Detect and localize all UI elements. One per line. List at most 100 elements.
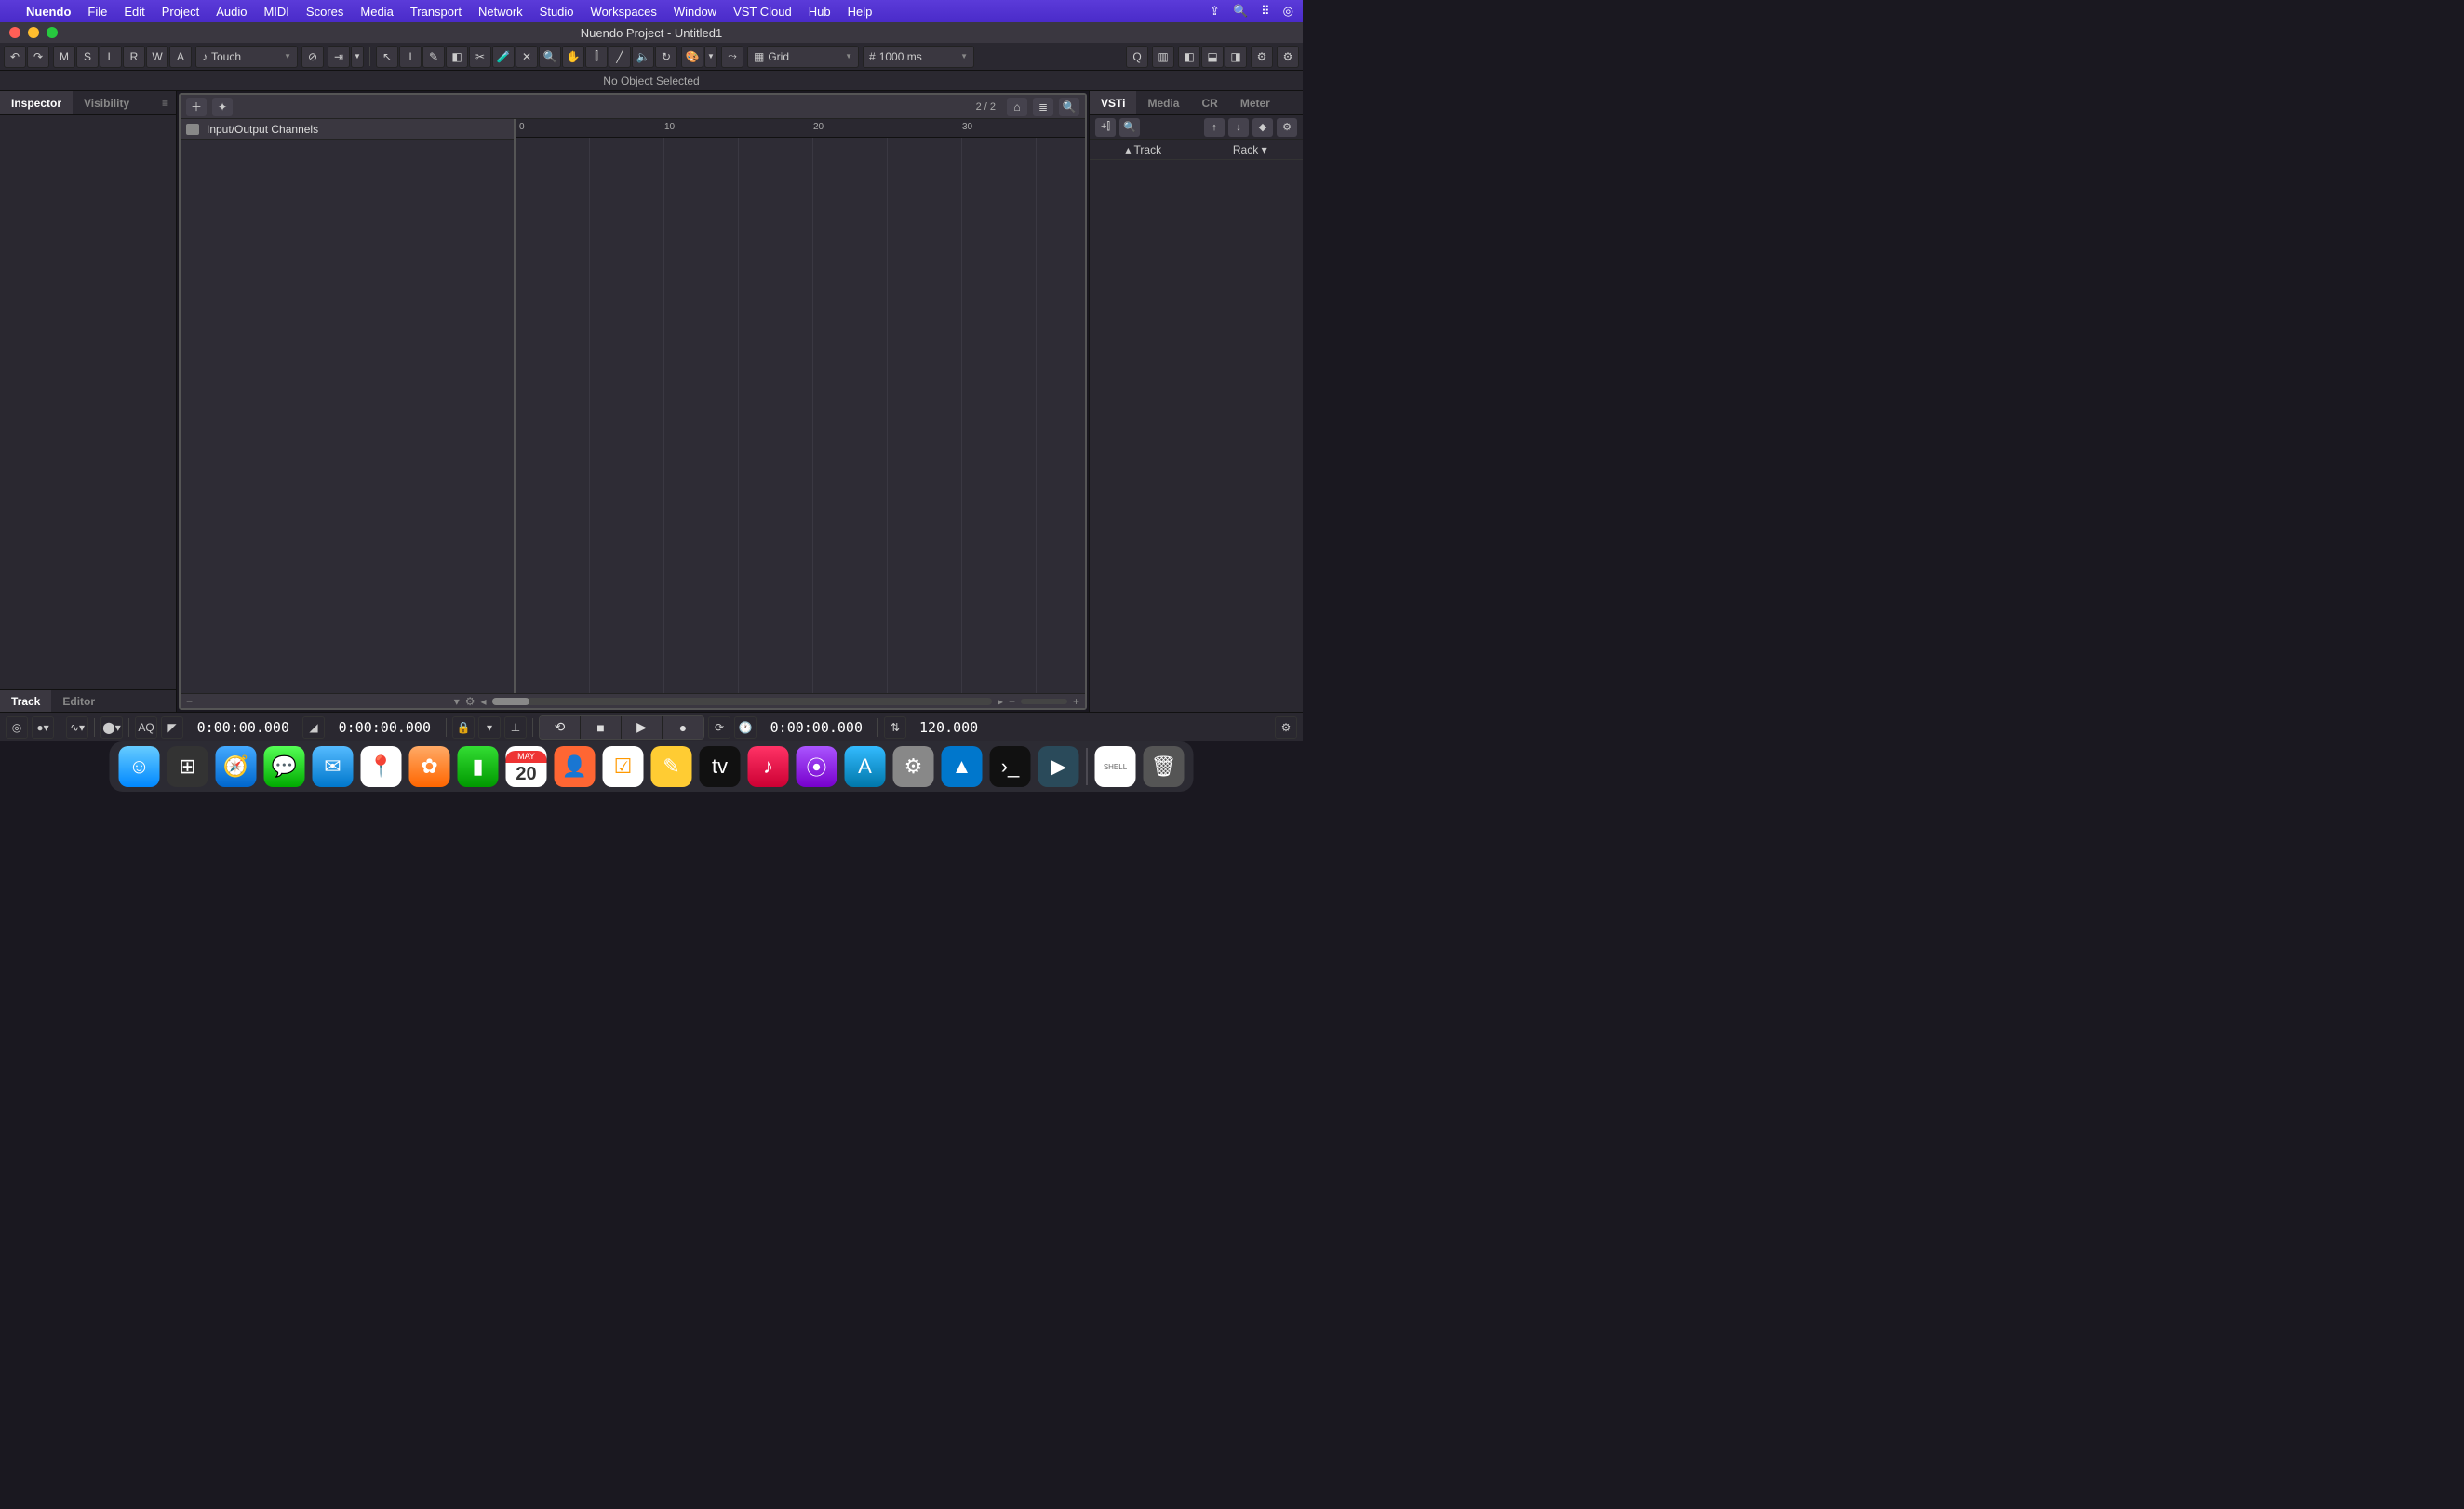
menu-scores[interactable]: Scores <box>306 5 343 19</box>
snap-toggle-button[interactable]: ⤳ <box>721 46 743 68</box>
punch-menu-button[interactable]: ▾ <box>478 716 501 739</box>
menu-vstcloud[interactable]: VST Cloud <box>733 5 792 19</box>
auto-quantize-button[interactable]: AQ <box>135 716 157 739</box>
track-controls-gear[interactable]: ⚙ <box>465 695 475 708</box>
auto-scroll-menu[interactable]: ▼ <box>351 46 364 68</box>
facetime-icon[interactable]: ▮ <box>458 746 499 787</box>
menu-hub[interactable]: Hub <box>809 5 831 19</box>
menu-help[interactable]: Help <box>848 5 873 19</box>
punch-out-button[interactable]: ◢ <box>302 716 325 739</box>
zoom-tool[interactable]: 🔍 <box>539 46 561 68</box>
lock-punch-button[interactable]: 🔒 <box>452 716 475 739</box>
go-to-marker-button[interactable]: ⊥ <box>504 716 527 739</box>
rack-sort-rack[interactable]: Rack ▾ <box>1233 143 1267 156</box>
settings-icon[interactable]: ⚙ <box>893 746 934 787</box>
menu-network[interactable]: Network <box>478 5 523 19</box>
menu-project[interactable]: Project <box>162 5 199 19</box>
color-menu-button[interactable]: 🎨 <box>681 46 703 68</box>
find-tracks-button[interactable]: 🔍 <box>1059 98 1079 116</box>
track-list-menu[interactable]: ≣ <box>1033 98 1053 116</box>
play-tool[interactable]: 🔈 <box>632 46 654 68</box>
track-list[interactable]: Input/Output Channels <box>181 119 516 693</box>
write-button[interactable]: W <box>146 46 168 68</box>
add-track-button[interactable]: ＋ <box>186 98 207 116</box>
music-icon[interactable]: ♪ <box>748 746 789 787</box>
timewarp-tool[interactable]: ⫿ <box>585 46 608 68</box>
expand-all-button[interactable]: ⌂ <box>1007 98 1027 116</box>
tempo-track-button[interactable]: ⇅ <box>884 716 906 739</box>
record-button[interactable]: ● <box>663 716 703 739</box>
undo-button[interactable]: ↶ <box>4 46 26 68</box>
layout-left-button[interactable]: ◧ <box>1178 46 1200 68</box>
next-preset-button[interactable]: ↓ <box>1228 118 1249 137</box>
scroll-left-button[interactable]: ◂ <box>481 695 487 708</box>
solo-button[interactable]: S <box>76 46 99 68</box>
zone-left-button[interactable]: ▥ <box>1152 46 1174 68</box>
tab-track[interactable]: Track <box>0 690 51 712</box>
close-window-button[interactable] <box>9 27 20 38</box>
rack-sort-track[interactable]: ▴ Track <box>1125 143 1161 156</box>
rewind-button[interactable]: ⟲ <box>540 716 581 739</box>
color-tool[interactable]: ↻ <box>655 46 677 68</box>
terminal-icon[interactable]: ›_ <box>990 746 1031 787</box>
appstore-icon[interactable]: A <box>845 746 886 787</box>
quantize-button[interactable]: Q <box>1126 46 1148 68</box>
grid-value-dropdown[interactable]: # 1000 ms ▼ <box>863 46 974 68</box>
punch-in-button[interactable]: ◤ <box>161 716 183 739</box>
transport-setup-button[interactable]: ⚙ <box>1275 716 1297 739</box>
draw-tool[interactable]: ✎ <box>422 46 445 68</box>
mail-icon[interactable]: ✉ <box>313 746 354 787</box>
redo-button[interactable]: ↷ <box>27 46 49 68</box>
tab-meter[interactable]: Meter <box>1229 91 1281 114</box>
tab-cr[interactable]: CR <box>1190 91 1228 114</box>
zoom-out-v-button[interactable]: − <box>186 695 193 708</box>
maps-icon[interactable]: 📍 <box>361 746 402 787</box>
zoom-in-h-button[interactable]: + <box>1073 695 1079 708</box>
track-controls-menu[interactable]: ▾ <box>454 695 460 708</box>
comp-tool[interactable]: ✋ <box>562 46 584 68</box>
calendar-icon[interactable]: MAY 20 <box>506 746 547 787</box>
glue-tool[interactable]: 🧪 <box>492 46 515 68</box>
layout-right-button[interactable]: ◨ <box>1225 46 1247 68</box>
add-instrument-button[interactable]: +⫿ <box>1095 118 1116 137</box>
tv-icon[interactable]: tv <box>700 746 741 787</box>
play-button[interactable]: ▶ <box>622 716 663 739</box>
layout-bottom-button[interactable]: ⬓ <box>1201 46 1224 68</box>
audio-record-mode[interactable]: ∿▾ <box>66 716 88 739</box>
listen-button[interactable]: L <box>100 46 122 68</box>
suspend-automation-button[interactable]: ⊘ <box>301 46 324 68</box>
podcasts-icon[interactable]: ⦿ <box>797 746 837 787</box>
automation-button[interactable]: A <box>169 46 192 68</box>
siri-icon[interactable]: ◎ <box>1283 4 1293 19</box>
right-locator-time[interactable]: 0:00:00.000 <box>328 719 440 736</box>
minimize-window-button[interactable] <box>28 27 39 38</box>
constrain-delay-button[interactable]: ◎ <box>6 716 28 739</box>
nuendo-dock-icon[interactable]: ▶ <box>1038 746 1079 787</box>
record-mode-button[interactable]: ●▾ <box>32 716 54 739</box>
photos-icon[interactable]: ✿ <box>409 746 450 787</box>
event-display[interactable] <box>516 138 1085 693</box>
line-tool[interactable]: ╱ <box>609 46 631 68</box>
automation-mode-dropdown[interactable]: ♪ Touch ▼ <box>195 46 298 68</box>
menu-workspaces[interactable]: Workspaces <box>591 5 657 19</box>
app-icon[interactable]: ▲ <box>942 746 983 787</box>
auto-scroll-button[interactable]: ⇥ <box>328 46 350 68</box>
tab-inspector[interactable]: Inspector <box>0 91 73 114</box>
scroll-right-button[interactable]: ▸ <box>998 695 1003 708</box>
menu-file[interactable]: File <box>87 5 107 19</box>
menu-media[interactable]: Media <box>360 5 393 19</box>
menubar-upload-icon[interactable]: ⇪ <box>1210 4 1220 19</box>
track-preset-button[interactable]: ✦ <box>212 98 233 116</box>
left-tabs-menu[interactable]: ≡ <box>154 97 176 110</box>
messages-icon[interactable]: 💬 <box>264 746 305 787</box>
snap-type-dropdown[interactable]: ▦ Grid ▼ <box>747 46 859 68</box>
time-format-button[interactable]: 🕐 <box>734 716 757 739</box>
left-locator-time[interactable]: 0:00:00.000 <box>187 719 299 736</box>
notes-icon[interactable]: ✎ <box>651 746 692 787</box>
zoom-slider[interactable] <box>1021 699 1067 704</box>
menu-transport[interactable]: Transport <box>410 5 462 19</box>
menu-studio[interactable]: Studio <box>540 5 574 19</box>
track-row-io-channels[interactable]: Input/Output Channels <box>181 119 514 140</box>
launchpad-icon[interactable]: ⊞ <box>167 746 208 787</box>
contacts-icon[interactable]: 👤 <box>555 746 596 787</box>
